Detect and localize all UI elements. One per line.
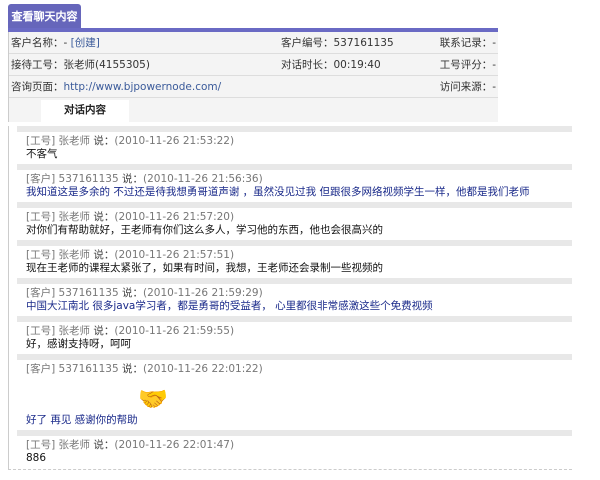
customer-name: 客户名称：- [创建] — [11, 37, 100, 49]
says-label: 说： — [90, 211, 115, 223]
message-sender: [客户] 537161135 — [26, 173, 119, 185]
message-header: [客户] 537161135 说：(2010-11-26 21:56:36) — [26, 173, 572, 186]
customer-id: 客户编号：537161135 — [281, 32, 394, 54]
info-row-1: 客户名称：- [创建] 客户编号：537161135 联系记录：- — [9, 32, 498, 54]
chat-message: [客户] 537161135 说：(2010-11-26 22:01:22) 🤝 好… — [9, 360, 572, 430]
says-label: 说： — [90, 439, 115, 451]
duration-value: 00:19:40 — [333, 59, 381, 71]
says-label: 说： — [118, 363, 143, 375]
message-time: (2010-11-26 21:56:36) — [143, 173, 263, 185]
rating: 工号评分：- — [440, 54, 496, 76]
page-label: 咨询页面： — [11, 81, 64, 93]
chat-message: [工号] 张老师 说：(2010-11-26 21:59:55) 好，感谢支持呀，… — [9, 322, 572, 354]
message-text: 好了 再见 感谢你的帮助 — [26, 414, 138, 426]
customer-name-label: 客户名称： — [11, 37, 64, 49]
message-sender: [工号] 张老师 — [26, 211, 91, 223]
create-link[interactable]: [创建] — [71, 37, 100, 49]
chat-message: [客户] 537161135 说：(2010-11-26 21:56:36) 我知… — [9, 170, 572, 202]
message-sender: [客户] 537161135 — [26, 287, 119, 299]
message-text: 886 — [26, 452, 47, 464]
customer-id-value: 537161135 — [333, 37, 394, 49]
customer-name-value: - — [63, 37, 71, 49]
message-text: 现在王老师的课程太紧张了，如果有时间，我想，王老师还会录制一些视频的 — [26, 262, 383, 274]
customer-id-label: 客户编号： — [281, 37, 334, 49]
rating-label: 工号评分： — [439, 59, 493, 71]
info-panel: 客户名称：- [创建] 客户编号：537161135 联系记录：- 接待工号：张… — [8, 32, 498, 122]
says-label: 说： — [90, 249, 115, 261]
subtab-chat-content[interactable]: 对话内容 — [41, 100, 129, 122]
message-time: (2010-11-26 21:59:55) — [114, 325, 235, 337]
message-sender: [工号] 张老师 — [26, 249, 91, 261]
agent-value: 张老师(4155305) — [63, 59, 150, 71]
agent-label: 接待工号： — [11, 59, 64, 71]
message-header: [客户] 537161135 说：(2010-11-26 22:01:22) — [26, 363, 572, 376]
message-header: [工号] 张老师 说：(2010-11-26 21:57:51) — [26, 249, 572, 262]
source-value: - — [492, 81, 496, 93]
says-label: 说： — [118, 173, 143, 185]
duration-label: 对话时长： — [281, 59, 334, 71]
message-text: 不客气 — [26, 148, 58, 160]
message-text: 好，感谢支持呀，呵呵 — [26, 338, 131, 350]
message-sender: [工号] 张老师 — [26, 439, 91, 451]
chat-message: [工号] 张老师 说：(2010-11-26 21:57:20) 对你们有帮助就好… — [9, 208, 572, 240]
message-header: [工号] 张老师 说：(2010-11-26 21:57:20) — [26, 211, 572, 224]
consult-page: 咨询页面：http://www.bjpowernode.com/ — [11, 81, 221, 93]
message-text: 对你们有帮助就好，王老师有你们这么多人，学习他的东西，他也会很高兴的 — [26, 224, 383, 236]
contact-record: 联系记录：- — [440, 32, 496, 54]
message-time: (2010-11-26 21:57:20) — [114, 211, 235, 223]
message-text: 我知道这是多余的 不过还是待我想勇哥道声谢 ，虽然没见过我 但跟很多网络视频学生… — [26, 186, 530, 198]
chat-message: [工号] 张老师 说：(2010-11-26 21:53:22) 不客气 — [9, 132, 572, 164]
message-time: (2010-11-26 21:59:29) — [143, 287, 263, 299]
tab-view-chat[interactable]: 查看聊天内容 — [8, 4, 81, 29]
message-text: 中国大江南北 很多java学习者，都是勇哥的受益者， 心里都很非常感激这些个免费… — [26, 300, 433, 312]
chat-message: [客户] 537161135 说：(2010-11-26 21:59:29) 中国… — [9, 284, 572, 316]
message-header: [客户] 537161135 说：(2010-11-26 21:59:29) — [26, 287, 572, 300]
message-header: [工号] 张老师 说：(2010-11-26 22:01:47) — [26, 439, 572, 452]
visit-source: 访问来源：- — [440, 76, 496, 98]
message-time: (2010-11-26 21:53:22) — [114, 135, 235, 147]
message-sender: [工号] 张老师 — [26, 325, 91, 337]
info-row-2: 接待工号：张老师(4155305) 对话时长：00:19:40 工号评分：- — [9, 54, 498, 76]
page-link[interactable]: http://www.bjpowernode.com/ — [64, 81, 222, 93]
message-time: (2010-11-26 22:01:47) — [114, 439, 235, 451]
message-header: [工号] 张老师 说：(2010-11-26 21:59:55) — [26, 325, 572, 338]
contact-label: 联系记录： — [439, 37, 493, 49]
says-label: 说： — [90, 135, 115, 147]
says-label: 说： — [118, 287, 143, 299]
message-time: (2010-11-26 21:57:51) — [114, 249, 235, 261]
says-label: 说： — [90, 325, 115, 337]
message-sender: [工号] 张老师 — [26, 135, 91, 147]
contact-value: - — [492, 37, 496, 49]
subtab-bar: 对话内容 — [9, 98, 498, 122]
message-header: [工号] 张老师 说：(2010-11-26 21:53:22) — [26, 135, 572, 148]
chat-message: [工号] 张老师 说：(2010-11-26 21:57:51) 现在王老师的课程… — [9, 246, 572, 278]
handshake-icon: 🤝 — [138, 385, 168, 413]
message-sender: [客户] 537161135 — [26, 363, 119, 375]
source-label: 访问来源： — [439, 81, 493, 93]
chat-log: [工号] 张老师 说：(2010-11-26 21:53:22) 不客气 [客户] … — [8, 126, 572, 470]
rating-value: - — [492, 59, 496, 71]
info-row-3: 咨询页面：http://www.bjpowernode.com/ 访问来源：- — [9, 76, 498, 98]
chat-message: [工号] 张老师 说：(2010-11-26 22:01:47) 886 — [9, 436, 572, 468]
agent: 接待工号：张老师(4155305) — [11, 59, 150, 71]
message-time: (2010-11-26 22:01:22) — [143, 363, 263, 375]
duration: 对话时长：00:19:40 — [281, 54, 381, 76]
